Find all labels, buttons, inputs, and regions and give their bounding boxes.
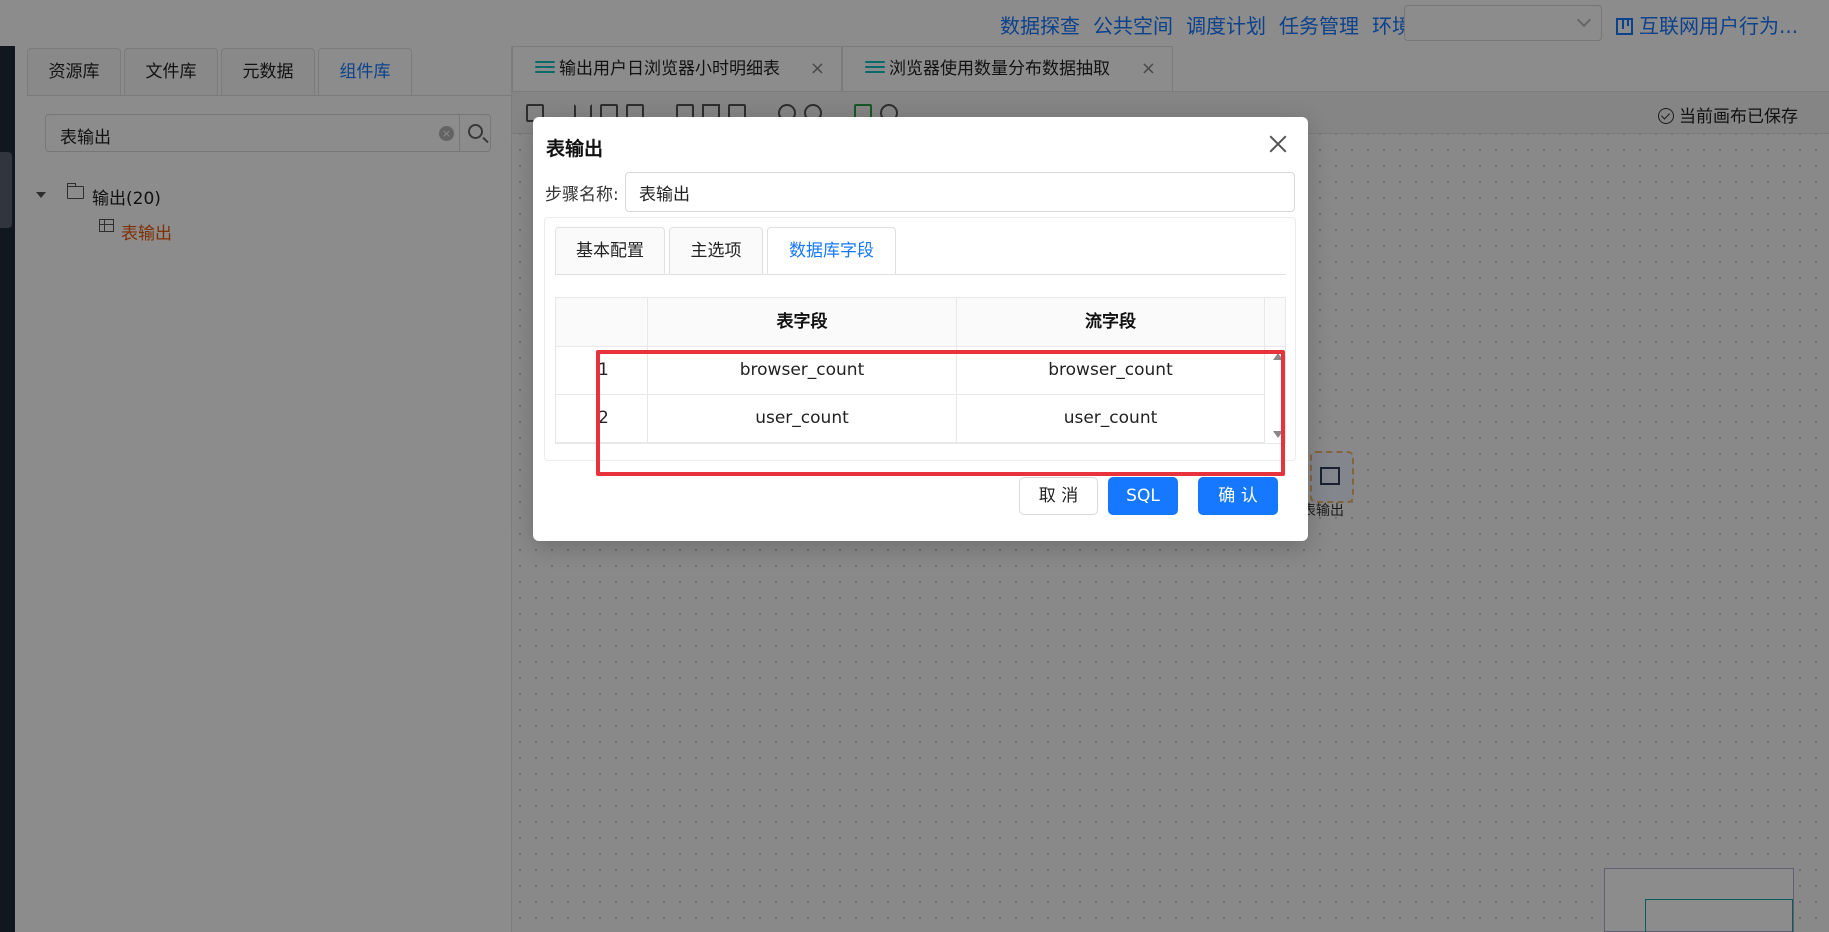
- table-header: 表字段 流字段: [556, 298, 1285, 347]
- highlight-annotation: [596, 350, 1285, 476]
- confirm-button[interactable]: 确 认: [1198, 477, 1278, 515]
- table-output-dialog: 表输出 步骤名称: 基本配置 主选项 数据库字段 表字段 流字段 1 brows…: [533, 117, 1308, 541]
- tab-db-fields[interactable]: 数据库字段: [767, 227, 896, 275]
- tab-main-options[interactable]: 主选项: [669, 227, 763, 275]
- dialog-title: 表输出: [546, 138, 604, 160]
- close-icon[interactable]: [1265, 131, 1291, 157]
- tab-divider: [555, 274, 1286, 275]
- step-name-label: 步骤名称:: [545, 185, 619, 205]
- header-index: [556, 298, 648, 346]
- tab-basic-config[interactable]: 基本配置: [555, 227, 665, 275]
- header-table-field: 表字段: [648, 298, 957, 346]
- cancel-button[interactable]: 取 消: [1019, 477, 1098, 515]
- header-stream-field: 流字段: [957, 298, 1265, 346]
- step-name-input[interactable]: [625, 172, 1295, 212]
- sql-button[interactable]: SQL: [1108, 477, 1178, 515]
